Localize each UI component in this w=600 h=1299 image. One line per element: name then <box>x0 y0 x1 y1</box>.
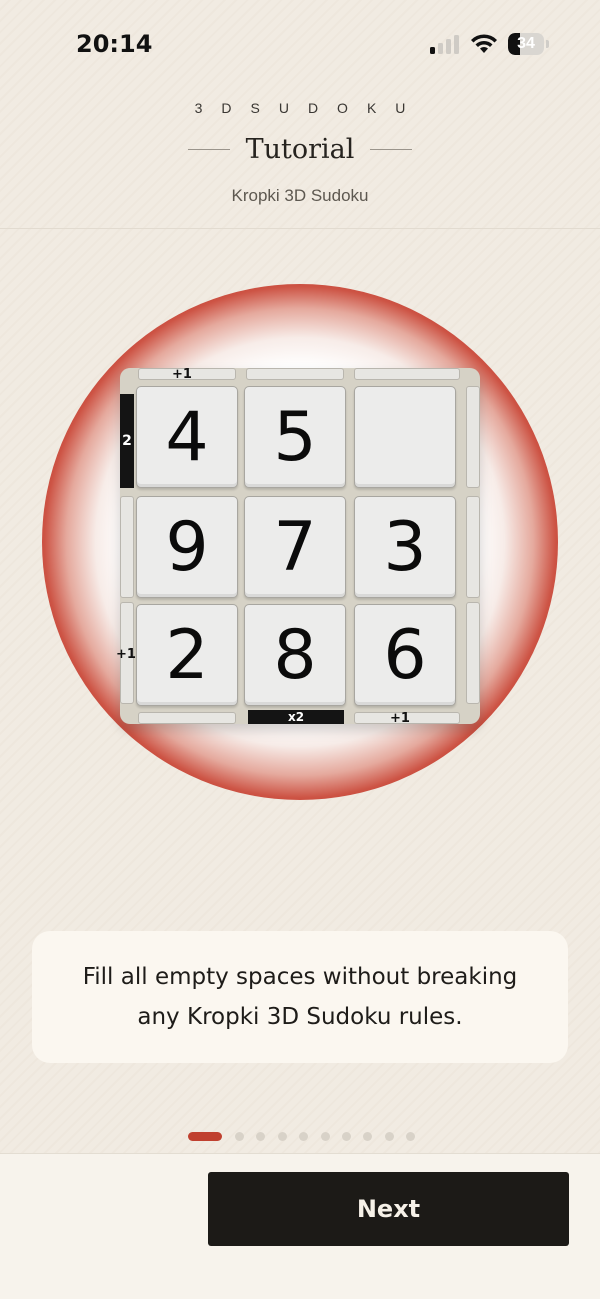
page-subtitle: Kropki 3D Sudoku <box>231 186 369 205</box>
edge-right-3 <box>466 602 480 704</box>
page-dot <box>341 1131 351 1141</box>
header-divider <box>0 228 600 229</box>
grid-cell-r2c2: 7 <box>244 496 346 598</box>
page-dot <box>277 1131 287 1141</box>
page-dot <box>256 1131 266 1141</box>
grid-cell-r2c3: 3 <box>354 496 456 598</box>
sudoku-board: +1 2 +1 x2 +1 4 5 9 7 3 2 8 6 <box>116 367 480 726</box>
edge-right-1 <box>466 386 480 488</box>
clue-bottom-right: +1 <box>390 711 410 726</box>
battery-cap <box>546 40 549 48</box>
description-text: Fill all empty spaces without breaking a… <box>82 964 518 1030</box>
clue-bottom-middle-label: x2 <box>287 710 305 724</box>
grid-cell-r3c1: 2 <box>136 604 238 706</box>
page-dot <box>406 1131 416 1141</box>
page-title: Tutorial <box>245 134 355 165</box>
page-dot <box>235 1131 244 1141</box>
title-row: Tutorial <box>0 134 600 165</box>
clue-left-top-label: 2 <box>122 433 132 449</box>
clue-left-bottom: +1 <box>116 647 136 662</box>
page-dot-active <box>188 1131 222 1141</box>
status-bar: 20:14 34 <box>0 0 600 90</box>
status-time: 20:14 <box>76 30 153 58</box>
brand-wordmark: 3DSUDOKU <box>194 100 425 116</box>
clue-bottom-middle: x2 <box>248 710 344 724</box>
cellular-signal-icon <box>430 34 462 54</box>
edge-right-2 <box>466 496 480 598</box>
page-dot <box>363 1131 373 1141</box>
page-dot <box>384 1131 394 1141</box>
page-dot <box>320 1131 330 1141</box>
clue-left-top: 2 <box>120 394 134 488</box>
grid-cell-r3c3: 6 <box>354 604 456 706</box>
battery-icon: 34 <box>508 33 544 55</box>
edge-top-2 <box>246 368 344 380</box>
grid-cell-r1c1: 4 <box>136 386 238 488</box>
page-dot <box>299 1131 309 1141</box>
edge-top-3 <box>354 368 460 380</box>
clue-top-left: +1 <box>172 367 192 382</box>
wifi-icon <box>471 34 497 53</box>
edge-left-2 <box>120 496 134 598</box>
page-indicator <box>188 1131 428 1141</box>
grid-cell-r2c1: 9 <box>136 496 238 598</box>
edge-bottom-1 <box>138 712 236 724</box>
description-card: Fill all empty spaces without breaking a… <box>32 931 568 1063</box>
grid-cell-r1c2: 5 <box>244 386 346 488</box>
next-button[interactable]: Next <box>208 1172 569 1246</box>
grid-cell-r3c2: 8 <box>244 604 346 706</box>
title-divider-left <box>187 149 230 150</box>
battery-level: 34 <box>517 35 535 52</box>
title-divider-right <box>370 149 413 150</box>
grid-cell-r1c3 <box>354 386 456 488</box>
